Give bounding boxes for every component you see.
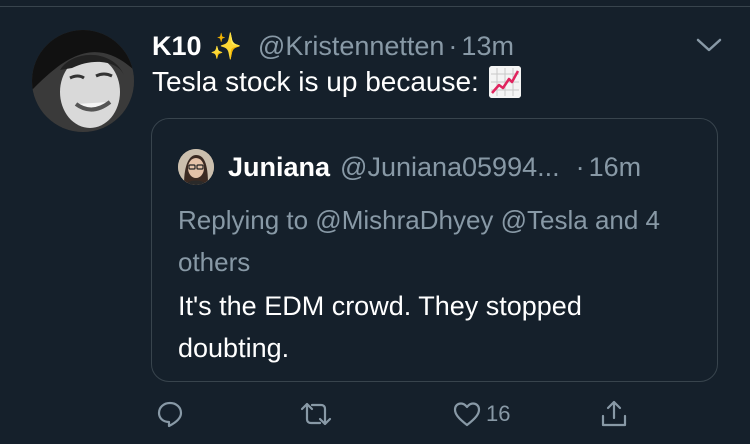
sparkles-emoji: ✨	[209, 30, 242, 61]
quoted-separator-dot: ·	[575, 151, 585, 182]
quoted-avatar	[178, 149, 214, 185]
like-count: 16	[486, 401, 511, 426]
separator-dot: ·	[448, 30, 458, 61]
tweet-timestamp[interactable]: 13m	[461, 31, 514, 62]
quoted-handle[interactable]: @Juniana05994...	[340, 152, 560, 183]
display-name[interactable]: K10	[152, 31, 202, 62]
reply-icon	[157, 401, 183, 428]
tweet-text: Tesla stock is up because:	[152, 66, 479, 97]
heart-icon	[453, 402, 481, 427]
reply-button[interactable]	[155, 394, 185, 434]
tweet-body: Tesla stock is up because:	[152, 66, 521, 98]
chevron-down-icon[interactable]	[694, 32, 724, 58]
replying-to-text: Replying to @MishraDhyey @Tesla and 4 ot…	[178, 205, 661, 277]
quoted-tweet-header: Juniana @Juniana05994... · 16m	[178, 149, 641, 185]
quoted-tweet-text: It's the EDM crowd. They stopped doubtin…	[178, 291, 582, 363]
top-divider	[0, 6, 750, 7]
retweet-button[interactable]	[298, 394, 334, 434]
action-bar: 16	[0, 394, 750, 434]
quoted-tweet-card[interactable]: Juniana @Juniana05994... · 16m Replying …	[151, 118, 718, 382]
share-button[interactable]	[598, 394, 630, 434]
like-button[interactable]: 16	[452, 394, 510, 434]
quoted-display-name[interactable]: Juniana	[228, 152, 330, 183]
user-handle[interactable]: @Kristennetten	[258, 31, 445, 62]
quoted-timestamp[interactable]: 16m	[589, 152, 642, 183]
retweet-icon	[300, 402, 332, 426]
chart-increasing-icon	[488, 66, 521, 98]
share-icon	[601, 400, 627, 427]
tweet-header: K10 ✨ @Kristennetten · 13m	[152, 28, 514, 64]
avatar[interactable]	[32, 30, 134, 132]
